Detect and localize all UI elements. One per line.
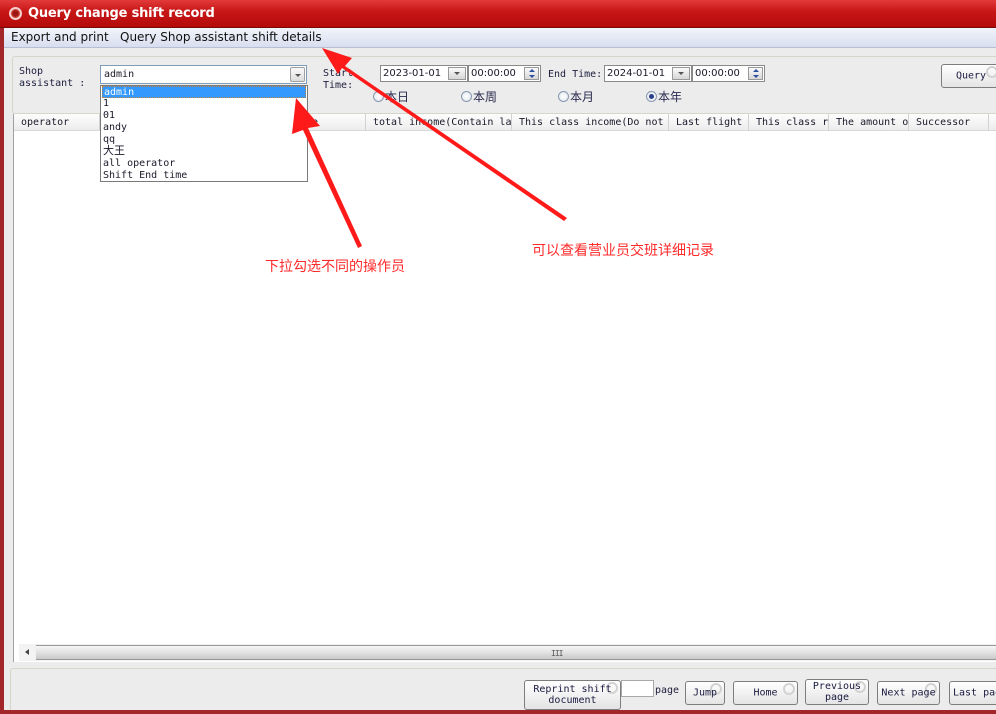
start-date-picker[interactable]: 2023-01-01 — [380, 65, 468, 82]
shop-assistant-selected-value: admin — [104, 69, 135, 80]
dropdown-option[interactable]: Shift End time — [102, 170, 306, 182]
shop-assistant-label-line2: assistant : — [19, 78, 86, 89]
reprint-button-label: Reprint shift document — [525, 684, 620, 706]
horizontal-scrollbar[interactable]: III — [19, 644, 996, 661]
col-time[interactable]: e — [305, 114, 366, 131]
radio-today[interactable]: 本日 — [373, 88, 410, 104]
dropdown-option[interactable]: all operator — [102, 158, 306, 170]
end-time-value: 00:00:00 — [695, 68, 740, 79]
radio-circle-icon — [373, 91, 384, 102]
reprint-label-line1: Reprint shift — [533, 684, 612, 695]
dropdown-option[interactable]: 01 — [102, 110, 306, 122]
calendar-dropdown-icon[interactable] — [672, 67, 690, 80]
spinner-arrows-icon[interactable] — [524, 67, 539, 80]
previous-page-button[interactable]: Previous page — [805, 679, 869, 705]
end-time-spinner[interactable]: 00:00:00 — [692, 65, 765, 82]
end-date-value: 2024-01-01 — [607, 68, 666, 79]
previous-button-label: Previous page — [806, 681, 868, 703]
radio-this-week-label: 本周 — [473, 90, 498, 104]
start-time-label-line1: Start — [323, 68, 354, 79]
end-date-picker[interactable]: 2024-01-01 — [604, 65, 692, 82]
shop-assistant-label-line1: Shop — [19, 66, 44, 77]
col-operator[interactable]: operator — [14, 114, 100, 131]
scrollbar-thumb[interactable]: III — [36, 645, 996, 660]
spinner-arrows-icon[interactable] — [748, 67, 763, 80]
start-date-value: 2023-01-01 — [383, 68, 442, 79]
menu-query-shift-details[interactable]: Query Shop assistant shift details — [120, 30, 322, 44]
annotation-dropdown-note: 下拉勾选不同的操作员 — [265, 259, 405, 275]
start-time-label: Start Time: — [323, 68, 353, 92]
last-page-button-label: Last page — [953, 687, 996, 699]
grip-icon: III — [551, 649, 563, 658]
menu-export-print[interactable]: Export and print — [11, 30, 109, 44]
col-r[interactable]: R — [989, 114, 996, 131]
radio-circle-icon — [558, 91, 569, 102]
radio-today-label: 本日 — [385, 90, 410, 104]
next-page-button-label: Next page — [881, 687, 936, 699]
page-number-input[interactable] — [621, 680, 654, 697]
annotation-menu-note: 可以查看营业员交班详细记录 — [532, 243, 714, 259]
title-bar: Query change shift record — [0, 0, 996, 28]
shop-assistant-select[interactable]: admin — [100, 65, 307, 84]
start-time-value: 00:00:00 — [471, 68, 516, 79]
query-button[interactable]: Query — [941, 64, 996, 88]
chevron-down-icon[interactable] — [290, 67, 305, 82]
home-button[interactable]: Home — [733, 681, 798, 705]
shop-assistant-dropdown-list: admin 1 01 andy qq 大王 all operator Shift… — [100, 85, 308, 182]
dropdown-option[interactable]: 大王 — [102, 145, 306, 157]
calendar-dropdown-icon[interactable] — [448, 67, 466, 80]
reprint-label-line2: document — [548, 695, 597, 706]
query-button-label: Query — [955, 70, 987, 82]
col-this-class[interactable]: This class r — [749, 114, 829, 131]
radio-checked-icon — [646, 91, 657, 102]
jump-button[interactable]: Jump — [685, 681, 725, 705]
last-page-button[interactable]: Last page — [949, 681, 996, 705]
col-last-flight[interactable]: Last flight — [669, 114, 749, 131]
start-time-label-line2: Time: — [323, 80, 354, 91]
radio-this-week[interactable]: 本周 — [461, 88, 498, 104]
next-page-button[interactable]: Next page — [877, 681, 940, 705]
radio-this-month-label: 本月 — [570, 90, 595, 104]
dropdown-option[interactable]: admin — [102, 86, 306, 98]
previous-label-line1: Previous — [812, 681, 862, 692]
col-total-income[interactable]: total income(Contain last — [366, 114, 512, 131]
previous-label-line2: page — [824, 692, 850, 703]
shift-records-table: operator e total income(Contain last Thi… — [13, 114, 996, 662]
start-time-spinner[interactable]: 00:00:00 — [468, 65, 541, 82]
scroll-left-icon[interactable] — [19, 644, 35, 661]
app-logo-icon — [9, 7, 22, 20]
radio-this-year-label: 本年 — [658, 90, 683, 104]
home-button-label: Home — [753, 687, 778, 699]
radio-this-month[interactable]: 本月 — [558, 88, 595, 104]
page-label: page — [655, 685, 680, 696]
end-time-label: End Time: — [548, 69, 603, 80]
reprint-shift-document-button[interactable]: Reprint shift document — [524, 680, 621, 710]
window-title: Query change shift record — [28, 6, 215, 21]
shop-assistant-label: Shop assistant : — [19, 66, 85, 90]
col-class-income[interactable]: This class income(Do not — [512, 114, 669, 131]
radio-this-year[interactable]: 本年 — [646, 88, 683, 104]
dropdown-option[interactable]: 1 — [102, 98, 306, 110]
col-amount[interactable]: The amount o — [829, 114, 909, 131]
jump-button-label: Jump — [692, 687, 718, 699]
menu-bar: Export and print Query Shop assistant sh… — [4, 28, 996, 48]
col-successor[interactable]: Successor — [909, 114, 989, 131]
radio-circle-icon — [461, 91, 472, 102]
dropdown-option[interactable]: andy — [102, 122, 306, 134]
